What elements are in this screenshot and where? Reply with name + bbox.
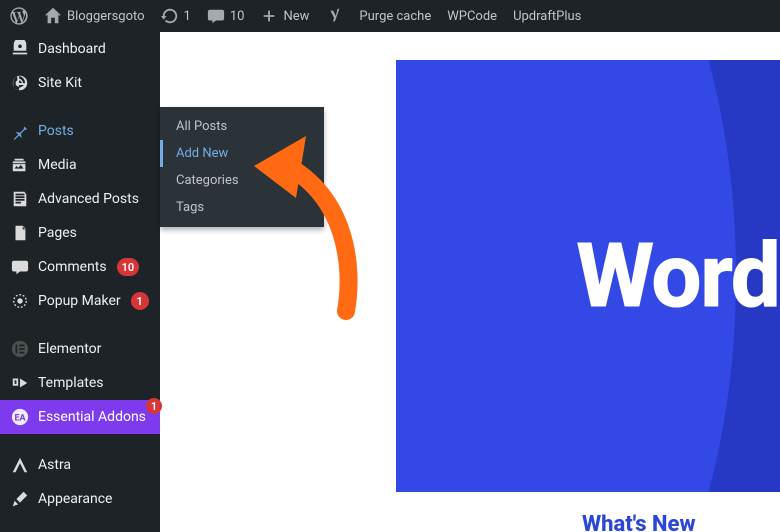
menu-separator [0,100,160,114]
sidebar-item-appearance[interactable]: Appearance [0,482,160,516]
sidebar-item-astra[interactable]: Astra [0,448,160,482]
elementor-icon [10,339,30,359]
site-name-label: Bloggersgoto [67,9,145,24]
comments-badge: 10 [117,258,140,276]
sidebar-label: Popup Maker [38,293,121,309]
sidebar-label: Dashboard [38,41,106,57]
refresh-icon [161,7,179,25]
essential-addons-icon: EA [10,407,30,427]
svg-text:EA: EA [14,414,26,424]
sidebar-label: Comments [38,259,107,275]
sidebar-item-elementor[interactable]: Elementor [0,332,160,366]
comment-icon [207,7,225,25]
sidebar-item-dashboard[interactable]: Dashboard [0,32,160,66]
hero-wordmark: Word [576,224,779,329]
sidebar-item-posts[interactable]: Posts [0,114,160,148]
comments-link[interactable]: 10 [199,0,253,32]
astra-icon [10,455,30,475]
updates-count: 1 [184,9,191,24]
site-name-link[interactable]: Bloggersgoto [36,0,153,32]
whats-new-heading: What's New [582,512,696,532]
pages-icon [10,223,30,243]
plus-icon [260,7,278,25]
sidebar-label: Pages [38,225,77,241]
menu-separator [0,318,160,332]
posts-submenu: All Posts Add New Categories Tags [160,107,324,227]
submenu-item-tags[interactable]: Tags [160,194,324,221]
submenu-item-add-new[interactable]: Add New [160,140,324,167]
pin-icon [10,121,30,141]
sitekit-icon [10,73,30,93]
new-content-link[interactable]: New [252,0,317,32]
media-icon [10,155,30,175]
menu-separator [0,434,160,448]
sidebar-label: Appearance [38,491,112,507]
yoast-icon [325,7,343,25]
brush-icon [10,489,30,509]
essential-badge: 1 [146,398,162,414]
sidebar-label: Elementor [38,341,101,357]
admin-sidebar: Dashboard Site Kit Posts Media Advanced … [0,32,160,532]
new-label: New [283,9,309,24]
sidebar-label: Astra [38,457,71,473]
sidebar-item-essential-addons[interactable]: EA Essential Addons 1 [0,400,160,434]
wordpress-icon [10,6,28,26]
sidebar-label: Site Kit [38,75,82,91]
sidebar-label: Advanced Posts [38,191,139,207]
popup-badge: 1 [131,292,149,310]
sidebar-label: Essential Addons [38,409,146,425]
yoast-link[interactable] [317,0,351,32]
wordpress-hero-banner: Word [396,60,780,492]
sidebar-item-pages[interactable]: Pages [0,216,160,250]
updraftplus-link[interactable]: UpdraftPlus [505,0,589,32]
submenu-item-categories[interactable]: Categories [160,167,324,194]
sidebar-label: Templates [38,375,104,391]
submenu-item-all-posts[interactable]: All Posts [160,113,324,140]
wp-logo[interactable] [2,0,36,32]
home-icon [44,7,62,25]
advanced-posts-icon [10,189,30,209]
sidebar-item-media[interactable]: Media [0,148,160,182]
sidebar-label: Media [38,157,77,173]
updates-link[interactable]: 1 [153,0,199,32]
sidebar-item-popup-maker[interactable]: Popup Maker 1 [0,284,160,318]
purge-cache-label: Purge cache [359,9,431,24]
sidebar-label: Posts [38,123,74,139]
dashboard-icon [10,39,30,59]
popup-icon [10,291,30,311]
purge-cache-link[interactable]: Purge cache [351,0,439,32]
wpcode-link[interactable]: WPCode [439,0,505,32]
admin-top-bar: Bloggersgoto 1 10 New Purge cache WPCode… [0,0,780,32]
sidebar-item-advanced-posts[interactable]: Advanced Posts [0,182,160,216]
wpcode-label: WPCode [447,9,497,24]
sidebar-item-comments[interactable]: Comments 10 [0,250,160,284]
templates-icon [10,373,30,393]
comment-icon [10,257,30,277]
sidebar-item-sitekit[interactable]: Site Kit [0,66,160,100]
sidebar-item-templates[interactable]: Templates [0,366,160,400]
comments-count: 10 [230,9,245,24]
updraft-label: UpdraftPlus [513,9,581,24]
